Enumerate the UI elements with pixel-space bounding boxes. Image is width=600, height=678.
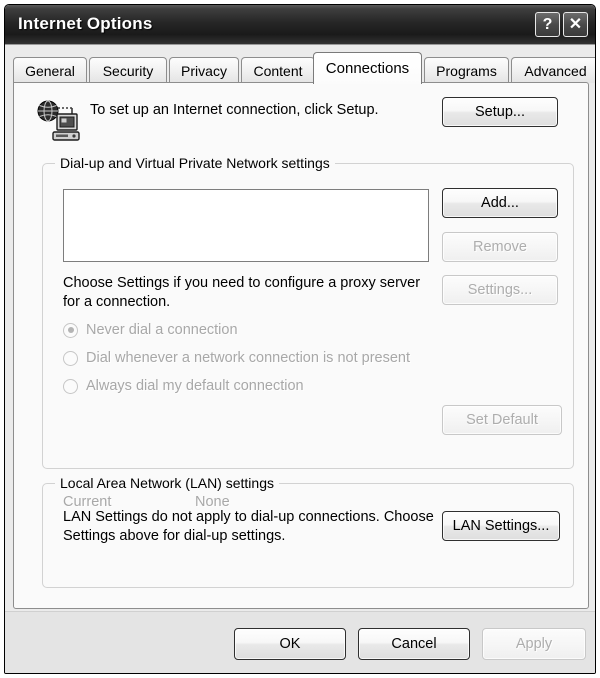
tab-general[interactable]: General <box>13 57 87 83</box>
help-icon[interactable]: ? <box>535 12 560 37</box>
set-default-button: Set Default <box>442 405 562 435</box>
dialup-group-legend: Dial-up and Virtual Private Network sett… <box>55 155 335 171</box>
tab-programs[interactable]: Programs <box>424 57 509 83</box>
radio-always-dial-indicator <box>63 378 78 394</box>
tab-privacy[interactable]: Privacy <box>169 57 239 83</box>
radio-dial-whenever-label: Dial whenever a network connection is no… <box>86 350 411 366</box>
apply-button: Apply <box>482 628 586 660</box>
setup-intro-row: To set up an Internet connection, click … <box>28 97 428 145</box>
tab-content[interactable]: Content <box>241 57 315 83</box>
internet-options-dialog: Internet Options ? ✕ General Security Pr… <box>4 4 596 674</box>
remove-button: Remove <box>442 232 558 262</box>
radio-never-dial[interactable]: Never dial a connection <box>63 319 238 341</box>
proxy-hint-text: Choose Settings if you need to configure… <box>63 275 421 310</box>
settings-button: Settings... <box>442 275 558 305</box>
radio-dial-whenever[interactable]: Dial whenever a network connection is no… <box>63 347 410 369</box>
globe-computer-icon <box>34 99 80 143</box>
connections-listbox[interactable] <box>63 189 429 262</box>
lan-description-text: LAN Settings do not apply to dial-up con… <box>63 509 434 544</box>
radio-never-dial-label: Never dial a connection <box>86 322 238 338</box>
ok-button[interactable]: OK <box>234 628 346 660</box>
close-icon[interactable]: ✕ <box>563 12 588 37</box>
setup-button[interactable]: Setup... <box>442 97 558 127</box>
connections-panel: To set up an Internet connection, click … <box>13 82 589 609</box>
radio-always-dial-label: Always dial my default connection <box>86 378 304 394</box>
lan-group-legend: Local Area Network (LAN) settings <box>55 475 279 491</box>
tab-security[interactable]: Security <box>89 57 167 83</box>
dialog-footer: OK Cancel Apply <box>5 611 595 673</box>
tab-strip: General Security Privacy Content Connect… <box>13 51 595 84</box>
radio-always-dial[interactable]: Always dial my default connection <box>63 375 304 397</box>
title-bar-buttons: ? ✕ <box>535 12 588 37</box>
tab-advanced[interactable]: Advanced <box>511 57 595 83</box>
cancel-button[interactable]: Cancel <box>358 628 470 660</box>
add-button[interactable]: Add... <box>442 188 558 218</box>
window-title: Internet Options <box>18 14 153 33</box>
tab-connections[interactable]: Connections <box>313 52 422 84</box>
setup-intro-text: To set up an Internet connection, click … <box>90 102 379 118</box>
lan-settings-button[interactable]: LAN Settings... <box>442 511 560 541</box>
radio-never-dial-indicator <box>63 322 78 338</box>
title-bar: Internet Options ? ✕ <box>5 5 595 45</box>
radio-dial-whenever-indicator <box>63 350 78 366</box>
